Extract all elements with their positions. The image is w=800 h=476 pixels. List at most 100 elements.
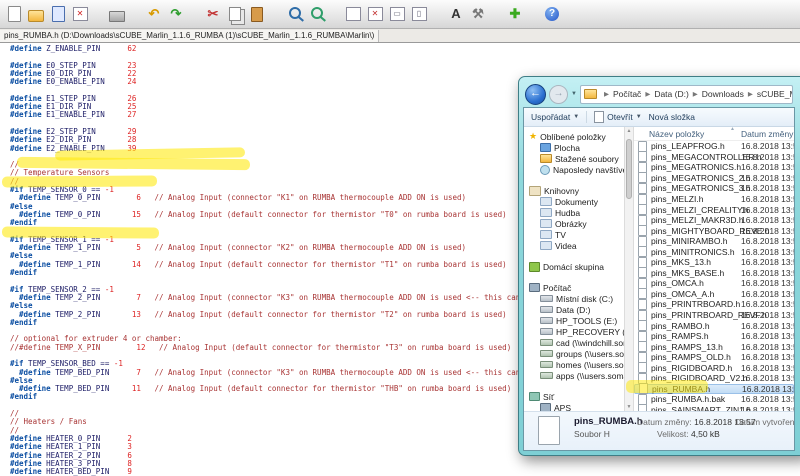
file-row[interactable]: pins_MINITRONICS.h16.8.2018 13:57 — [634, 246, 794, 257]
tools-icon[interactable]: ⚒ — [469, 5, 487, 23]
file-row[interactable]: pins_OMCA_A.h16.8.2018 13:57 — [634, 289, 794, 300]
scroll-down-icon[interactable]: ▼ — [625, 404, 633, 410]
breadcrumb-segment[interactable]: sCUBE_Marlin_1.1.6_RUMBA (1) — [757, 89, 793, 99]
sidebar-item-hudba[interactable]: Hudba — [524, 207, 624, 218]
tile-horizontal-icon[interactable]: ▭ — [388, 5, 406, 23]
editor-tab[interactable]: pins_RUMBA.h (D:\Downloads\sCUBE_Marlin_… — [0, 30, 379, 42]
help-icon[interactable]: ? — [543, 5, 561, 23]
toolbar-gap — [432, 14, 443, 15]
file-row[interactable]: pins_MIGHTYBOARD_REVE.h16.8.2018 13:57 — [634, 225, 794, 236]
find-icon[interactable] — [285, 5, 303, 23]
file-row[interactable]: pins_RAMPS_OLD.h16.8.2018 13:57 — [634, 352, 794, 363]
copy-icon[interactable] — [226, 5, 244, 23]
sidebar-item-naposledy-nav-t-ven-[interactable]: Naposledy navštívené — [524, 164, 624, 175]
sidebar-item-s-[interactable]: Síť — [524, 391, 624, 402]
sidebar-item-label: groups (\\users.soma.cz) — [556, 349, 624, 359]
scrollbar-thumb[interactable] — [626, 139, 632, 199]
file-icon — [638, 320, 647, 331]
breadcrumb-segment[interactable]: Data (D:) — [654, 89, 688, 99]
file-row[interactable]: pins_MEGATRONICS_3.h16.8.2018 13:57 — [634, 183, 794, 194]
file-row[interactable]: pins_RUMBA.h.bak16.8.2018 13:57 — [634, 394, 794, 405]
sidebar-item-plocha[interactable]: Plocha — [524, 142, 624, 153]
new-file-icon[interactable] — [5, 5, 23, 23]
sidebar-item-sta-en-soubory[interactable]: Stažené soubory — [524, 153, 624, 164]
file-row[interactable]: pins_MELZI.h16.8.2018 13:57 — [634, 194, 794, 205]
file-date: 16.8.2018 13:57 — [741, 373, 794, 383]
open-button[interactable]: Otevřít▼ — [594, 111, 641, 123]
chevron-down-icon: ▼ — [636, 114, 642, 120]
back-button[interactable]: ← — [525, 84, 546, 105]
breadcrumb[interactable]: ▶Počítač▶Data (D:)▶Downloads▶sCUBE_Marli… — [580, 85, 793, 104]
forward-button[interactable]: → — [549, 85, 568, 104]
file-name: pins_RIGIDBOARD.h — [651, 363, 732, 373]
sidebar-item-m-stn-disk-c-[interactable]: Místní disk (C:) — [524, 293, 624, 304]
sidebar-item-tv[interactable]: TV — [524, 229, 624, 240]
file-row[interactable]: pins_LEAPFROG.h16.8.2018 13:57 — [634, 141, 794, 152]
print-icon[interactable] — [108, 5, 126, 23]
file-row[interactable]: pins_PRINTRBOARD.h16.8.2018 13:57 — [634, 299, 794, 310]
sidebar-scrollbar[interactable]: ▲ ▼ — [624, 127, 634, 411]
file-icon — [638, 341, 647, 352]
file-row[interactable]: pins_MEGATRONICS_2.h16.8.2018 13:57 — [634, 173, 794, 184]
plugin-icon[interactable]: ✚ — [506, 5, 524, 23]
cut-icon[interactable]: ✂ — [204, 5, 222, 23]
redo-icon[interactable]: ↷ — [167, 5, 185, 23]
sidebar-item-obl-ben-polo-ky[interactable]: ★Oblíbené položky — [524, 131, 624, 142]
history-dropdown-icon[interactable]: ▼ — [571, 91, 577, 97]
sidebar-item-groups-users-soma-cz-[interactable]: groups (\\users.soma.cz) — [524, 348, 624, 359]
sidebar-item-hp-recovery-g-[interactable]: HP_RECOVERY (G:) — [524, 326, 624, 337]
file-row[interactable]: pins_OMCA.h16.8.2018 13:57 — [634, 278, 794, 289]
file-row[interactable]: pins_MKS_13.h16.8.2018 13:57 — [634, 257, 794, 268]
organize-button[interactable]: Uspořádat▼ — [531, 112, 579, 122]
sidebar-item-apps-users-soma-cz-z[interactable]: apps (\\users.soma.cz) (Z — [524, 370, 624, 381]
open-file-icon[interactable] — [27, 5, 45, 23]
file-row[interactable]: pins_RAMPS_13.h16.8.2018 13:57 — [634, 341, 794, 352]
undo-icon[interactable]: ↶ — [145, 5, 163, 23]
sidebar-item-aps[interactable]: APS — [524, 402, 624, 411]
file-row[interactable]: pins_RAMBO.h16.8.2018 13:57 — [634, 320, 794, 331]
breadcrumb-segment[interactable]: Počítač — [613, 89, 641, 99]
lib-icon — [529, 186, 541, 196]
file-row[interactable]: pins_MKS_BASE.h16.8.2018 13:57 — [634, 268, 794, 279]
code-token: TEMP_1_PIN — [51, 243, 101, 252]
column-name-header[interactable]: Název položky — [634, 129, 704, 139]
file-row[interactable]: pins_MEGATRONICS.h16.8.2018 13:57 — [634, 162, 794, 173]
tile-vertical-icon[interactable]: ▯ — [410, 5, 428, 23]
net-icon — [540, 350, 553, 357]
save-file-icon[interactable] — [49, 5, 67, 23]
paste-icon[interactable] — [248, 5, 266, 23]
sidebar-item-videa[interactable]: Videa — [524, 240, 624, 251]
highlighter-stroke — [626, 380, 708, 393]
file-icon — [638, 394, 647, 405]
sidebar-item-obr-zky[interactable]: Obrázky — [524, 218, 624, 229]
sidebar-item-dom-c-skupina[interactable]: Domácí skupina — [524, 261, 624, 272]
breadcrumb-segment[interactable]: Downloads — [702, 89, 744, 99]
file-row[interactable]: pins_MELZI_CREALITY.h16.8.2018 13:57 — [634, 204, 794, 215]
find-replace-icon[interactable] — [307, 5, 325, 23]
column-date-header[interactable]: Datum změny — [741, 129, 793, 139]
sidebar-item-dokumenty[interactable]: Dokumenty — [524, 196, 624, 207]
file-date: 16.8.2018 13:57 — [741, 173, 794, 183]
close-window-icon[interactable]: ✕ — [366, 5, 384, 23]
file-row[interactable]: pins_MELZI_MAKR3D.h16.8.2018 13:57 — [634, 215, 794, 226]
sidebar-item-knihovny[interactable]: Knihovny — [524, 185, 624, 196]
sidebar-item-hp-tools-e-[interactable]: HP_TOOLS (E:) — [524, 315, 624, 326]
scroll-up-icon[interactable]: ▲ — [625, 128, 633, 134]
file-row[interactable]: pins_RAMPS.h16.8.2018 13:57 — [634, 331, 794, 342]
sidebar-item-data-d-[interactable]: Data (D:) — [524, 304, 624, 315]
file-row[interactable]: pins_PRINTRBOARD_REVF.h16.8.2018 13:57 — [634, 310, 794, 321]
details-pane: pins_RUMBA.h Datum změny: 16.8.2018 13:5… — [524, 411, 794, 450]
sidebar-item-label: Knihovny — [544, 186, 579, 196]
sidebar-item-po-ta-[interactable]: Počítač — [524, 282, 624, 293]
font-icon[interactable]: A — [447, 5, 465, 23]
close-file-icon[interactable]: ✕ — [71, 5, 89, 23]
new-window-icon[interactable] — [344, 5, 362, 23]
file-row[interactable]: pins_MEGACONTROLLER.h16.8.2018 13:57 — [634, 152, 794, 163]
sidebar-item-homes-users-soma-cz-[interactable]: homes (\\users.soma.cz) — [524, 359, 624, 370]
file-date: 16.8.2018 13:57 — [741, 257, 794, 267]
sidebar-item-cad-windchill-soma-cz-[interactable]: cad (\\windchill.soma.cz) — [524, 337, 624, 348]
file-row[interactable]: pins_RIGIDBOARD.h16.8.2018 13:57 — [634, 362, 794, 373]
file-row[interactable]: pins_MINIRAMBO.h16.8.2018 13:57 — [634, 236, 794, 247]
new-folder-button[interactable]: Nová složka — [649, 112, 695, 122]
file-name: pins_MEGATRONICS_2.h — [651, 173, 751, 183]
